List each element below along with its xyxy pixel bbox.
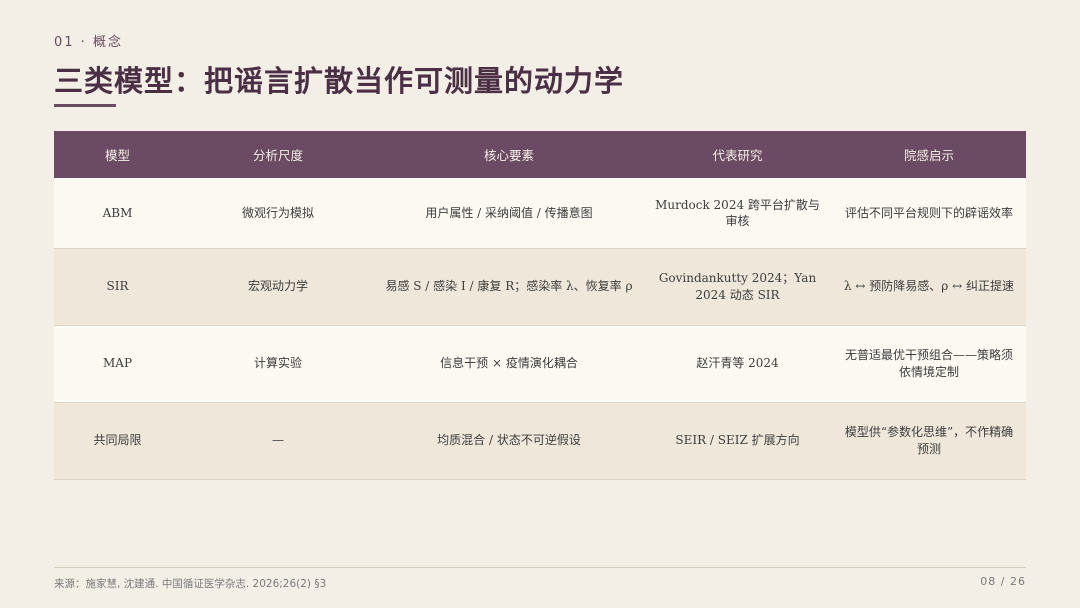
source-citation: 来源：施家慧, 沈建通. 中国循证医学杂志. 2026;26(2) §3 <box>54 578 327 590</box>
header-studies: 代表研究 <box>643 131 832 178</box>
models-table: 模型 分析尺度 核心要素 代表研究 院感启示 ABM 微观行为模拟 用户属性 /… <box>54 131 1026 480</box>
table-row: MAP 计算实验 信息干预 × 疫情演化耦合 赵汗青等 2024 无普适最优干预… <box>54 325 1026 403</box>
cell-implications: 模型供“参数化思维”，不作精确预测 <box>832 402 1026 480</box>
cell-implications: λ ↔ 预防降易感、ρ ↔ 纠正提速 <box>832 248 1026 326</box>
cell-studies: 赵汗青等 2024 <box>643 325 832 403</box>
table-header-row: 模型 分析尺度 核心要素 代表研究 院感启示 <box>54 131 1026 178</box>
cell-implications: 无普适最优干预组合——策略须依情境定制 <box>832 325 1026 403</box>
cell-scale: 宏观动力学 <box>181 248 375 326</box>
cell-model: SIR <box>54 248 181 326</box>
header-scale: 分析尺度 <box>181 131 375 178</box>
header-elements: 核心要素 <box>375 131 643 178</box>
cell-studies: Murdock 2024 跨平台扩散与审核 <box>643 178 832 249</box>
cell-model: MAP <box>54 325 181 403</box>
cell-model: 共同局限 <box>54 402 181 480</box>
cell-scale: 计算实验 <box>181 325 375 403</box>
page-number: 08 / 26 <box>980 575 1026 588</box>
cell-scale: 微观行为模拟 <box>181 178 375 249</box>
cell-elements: 均质混合 / 状态不可逆假设 <box>375 402 643 480</box>
cell-elements: 易感 S / 感染 I / 康复 R；感染率 λ、恢复率 ρ <box>375 248 643 326</box>
cell-elements: 信息干预 × 疫情演化耦合 <box>375 325 643 403</box>
cell-implications: 评估不同平台规则下的辟谣效率 <box>832 178 1026 249</box>
table-row: SIR 宏观动力学 易感 S / 感染 I / 康复 R；感染率 λ、恢复率 ρ… <box>54 248 1026 326</box>
table-row: 共同局限 — 均质混合 / 状态不可逆假设 SEIR / SEIZ 扩展方向 模… <box>54 402 1026 480</box>
cell-studies: SEIR / SEIZ 扩展方向 <box>643 402 832 480</box>
page-title: 三类模型：把谣言扩散当作可测量的动力学 <box>54 64 625 98</box>
title-underline <box>54 104 116 107</box>
cell-studies: Govindankutty 2024；Yan 2024 动态 SIR <box>643 248 832 326</box>
header-implications: 院感启示 <box>832 131 1026 178</box>
table-row: ABM 微观行为模拟 用户属性 / 采纳阈值 / 传播意图 Murdock 20… <box>54 178 1026 249</box>
cell-elements: 用户属性 / 采纳阈值 / 传播意图 <box>375 178 643 249</box>
cell-model: ABM <box>54 178 181 249</box>
section-label: 01 · 概念 <box>54 35 123 50</box>
cell-scale: — <box>181 402 375 480</box>
footer-divider <box>54 567 1026 568</box>
header-model: 模型 <box>54 131 181 178</box>
